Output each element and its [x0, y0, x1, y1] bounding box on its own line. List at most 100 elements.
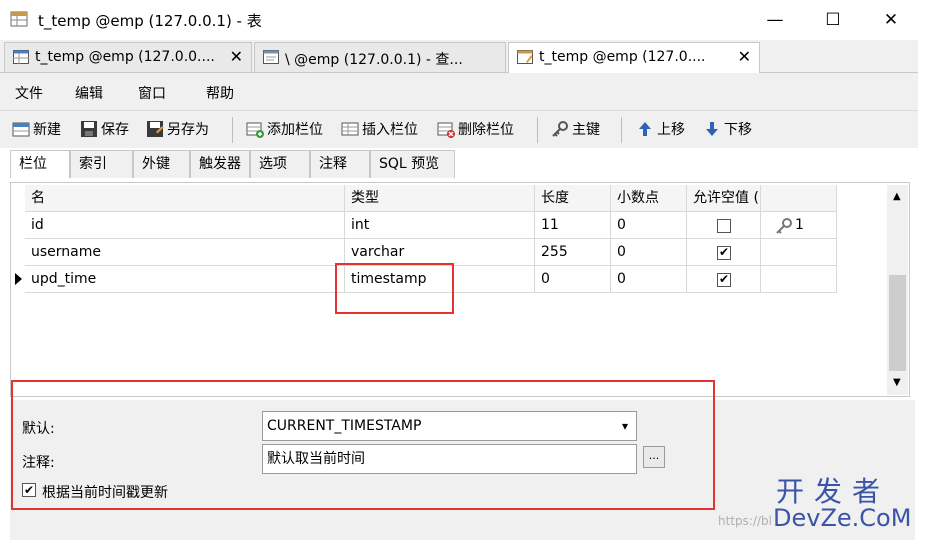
highlight-box-type	[335, 263, 454, 314]
field-decimals-cell[interactable]: 0	[611, 239, 687, 266]
save-as-icon	[147, 121, 164, 137]
menu-edit[interactable]: 编辑	[75, 83, 103, 103]
scroll-thumb[interactable]	[889, 275, 906, 371]
doc-tab-label: t_temp @emp (127.0....	[539, 49, 706, 65]
current-row-indicator-icon	[15, 273, 22, 285]
doc-tab-label: \ @emp (127.0.0.1) - 查...	[285, 52, 463, 68]
field-length-cell[interactable]: 0	[535, 266, 611, 293]
maximize-button[interactable]: ☐	[806, 0, 860, 40]
tab-sql-preview[interactable]: SQL 预览	[370, 150, 455, 178]
save-label: 保存	[101, 122, 129, 138]
close-tab-icon[interactable]: ✕	[738, 47, 751, 66]
move-down-label: 下移	[724, 122, 752, 138]
tab-foreign-keys[interactable]: 外键	[133, 150, 190, 178]
column-header-type[interactable]: 类型	[345, 185, 535, 212]
field-name-cell[interactable]: upd_time	[25, 266, 345, 293]
new-table-icon	[12, 122, 30, 137]
new-label: 新建	[33, 122, 61, 138]
field-length-cell[interactable]: 11	[535, 212, 611, 239]
delete-field-label: 删除栏位	[458, 122, 514, 138]
scroll-down-icon[interactable]: ▼	[893, 377, 901, 388]
arrow-up-icon	[639, 122, 651, 136]
add-field-label: 添加栏位	[267, 122, 323, 138]
field-decimals-cell[interactable]: 0	[611, 212, 687, 239]
doc-tab-1[interactable]: t_temp @emp (127.0.0.... ✕	[4, 42, 252, 72]
column-header-nullable[interactable]: 允许空值 (	[687, 185, 761, 212]
document-tab-bar: t_temp @emp (127.0.0.... ✕ \ @emp (127.0…	[0, 40, 918, 73]
field-type-cell[interactable]: varchar	[345, 239, 535, 266]
save-as-button[interactable]: 另存为	[146, 119, 209, 139]
grid-scrollbar[interactable]: ▲ ▼	[887, 185, 908, 395]
close-button[interactable]: ✕	[864, 0, 918, 40]
field-key-cell[interactable]	[761, 239, 837, 266]
field-name-cell[interactable]: id	[25, 212, 345, 239]
tab-indexes[interactable]: 索引	[70, 150, 133, 178]
insert-field-label: 插入栏位	[362, 122, 418, 138]
watermark-url: https://bl	[718, 514, 772, 528]
close-tab-icon[interactable]: ✕	[230, 47, 243, 66]
minimize-button[interactable]: —	[748, 0, 802, 40]
key-order: 1	[795, 217, 804, 233]
title-bar: t_temp @emp (127.0.0.1) - 表 — ☐ ✕	[0, 0, 931, 40]
menu-bar: 文件 编辑 窗口 帮助	[0, 73, 918, 110]
menu-window[interactable]: 窗口	[138, 83, 166, 103]
fields-grid: 名 类型 长度 小数点 允许空值 ( id int 11 0 1 usernam…	[10, 182, 910, 397]
table-icon	[13, 50, 29, 64]
nullable-checkbox[interactable]	[717, 219, 731, 233]
field-key-cell[interactable]	[761, 266, 837, 293]
move-down-button[interactable]: 下移	[703, 119, 752, 139]
nullable-checkbox[interactable]: ✔	[717, 273, 731, 287]
arrow-down-icon	[706, 122, 718, 136]
watermark-en: DevZe.CoM	[773, 504, 912, 532]
column-header-length[interactable]: 长度	[535, 185, 611, 212]
field-type-cell[interactable]: int	[345, 212, 535, 239]
toolbar: 新建 保存 另存为 添加栏位 插入栏位 删除栏位 主键 上移 下移	[0, 110, 918, 148]
doc-tab-2[interactable]: \ @emp (127.0.0.1) - 查...	[254, 42, 506, 72]
primary-key-button[interactable]: 主键	[551, 119, 600, 139]
move-up-label: 上移	[657, 122, 685, 138]
new-button[interactable]: 新建	[12, 119, 61, 139]
doc-tab-3-active[interactable]: t_temp @emp (127.0.... ✕	[508, 42, 760, 73]
table-edit-icon	[517, 50, 533, 64]
property-tabs: 栏位 索引 外键 触发器 选项 注释 SQL 预览	[10, 150, 915, 178]
save-as-label: 另存为	[167, 122, 209, 138]
insert-field-button[interactable]: 插入栏位	[341, 119, 418, 139]
table-app-icon	[10, 11, 28, 27]
field-nullable-cell[interactable]: ✔	[687, 266, 761, 293]
column-header-name[interactable]: 名	[25, 185, 345, 212]
field-key-cell[interactable]: 1	[761, 212, 837, 239]
field-length-cell[interactable]: 255	[535, 239, 611, 266]
column-header-decimals[interactable]: 小数点	[611, 185, 687, 212]
key-icon	[776, 218, 792, 234]
highlight-box-form	[11, 380, 715, 510]
window-title: t_temp @emp (127.0.0.1) - 表	[38, 12, 262, 30]
insert-field-icon	[341, 122, 359, 136]
move-up-button[interactable]: 上移	[636, 119, 685, 139]
toolbar-separator	[537, 117, 538, 143]
key-icon	[552, 121, 568, 137]
scroll-up-icon[interactable]: ▲	[893, 191, 901, 202]
menu-file[interactable]: 文件	[15, 83, 43, 103]
menu-help[interactable]: 帮助	[206, 83, 234, 103]
tab-fields[interactable]: 栏位	[10, 150, 70, 178]
primary-key-label: 主键	[572, 122, 600, 138]
column-header-key[interactable]	[761, 185, 837, 212]
add-field-icon	[246, 122, 264, 138]
delete-field-icon	[437, 122, 455, 138]
toolbar-separator	[621, 117, 622, 143]
nullable-checkbox[interactable]: ✔	[717, 246, 731, 260]
tab-comment[interactable]: 注释	[310, 150, 370, 178]
query-icon	[263, 50, 279, 64]
add-field-button[interactable]: 添加栏位	[246, 119, 323, 139]
field-nullable-cell[interactable]: ✔	[687, 239, 761, 266]
delete-field-button[interactable]: 删除栏位	[437, 119, 514, 139]
save-icon	[81, 121, 97, 137]
field-decimals-cell[interactable]: 0	[611, 266, 687, 293]
tab-options[interactable]: 选项	[250, 150, 310, 178]
doc-tab-label: t_temp @emp (127.0.0....	[35, 49, 215, 65]
field-name-cell[interactable]: username	[25, 239, 345, 266]
toolbar-separator	[232, 117, 233, 143]
field-nullable-cell[interactable]	[687, 212, 761, 239]
tab-triggers[interactable]: 触发器	[190, 150, 250, 178]
save-button[interactable]: 保存	[80, 119, 129, 139]
